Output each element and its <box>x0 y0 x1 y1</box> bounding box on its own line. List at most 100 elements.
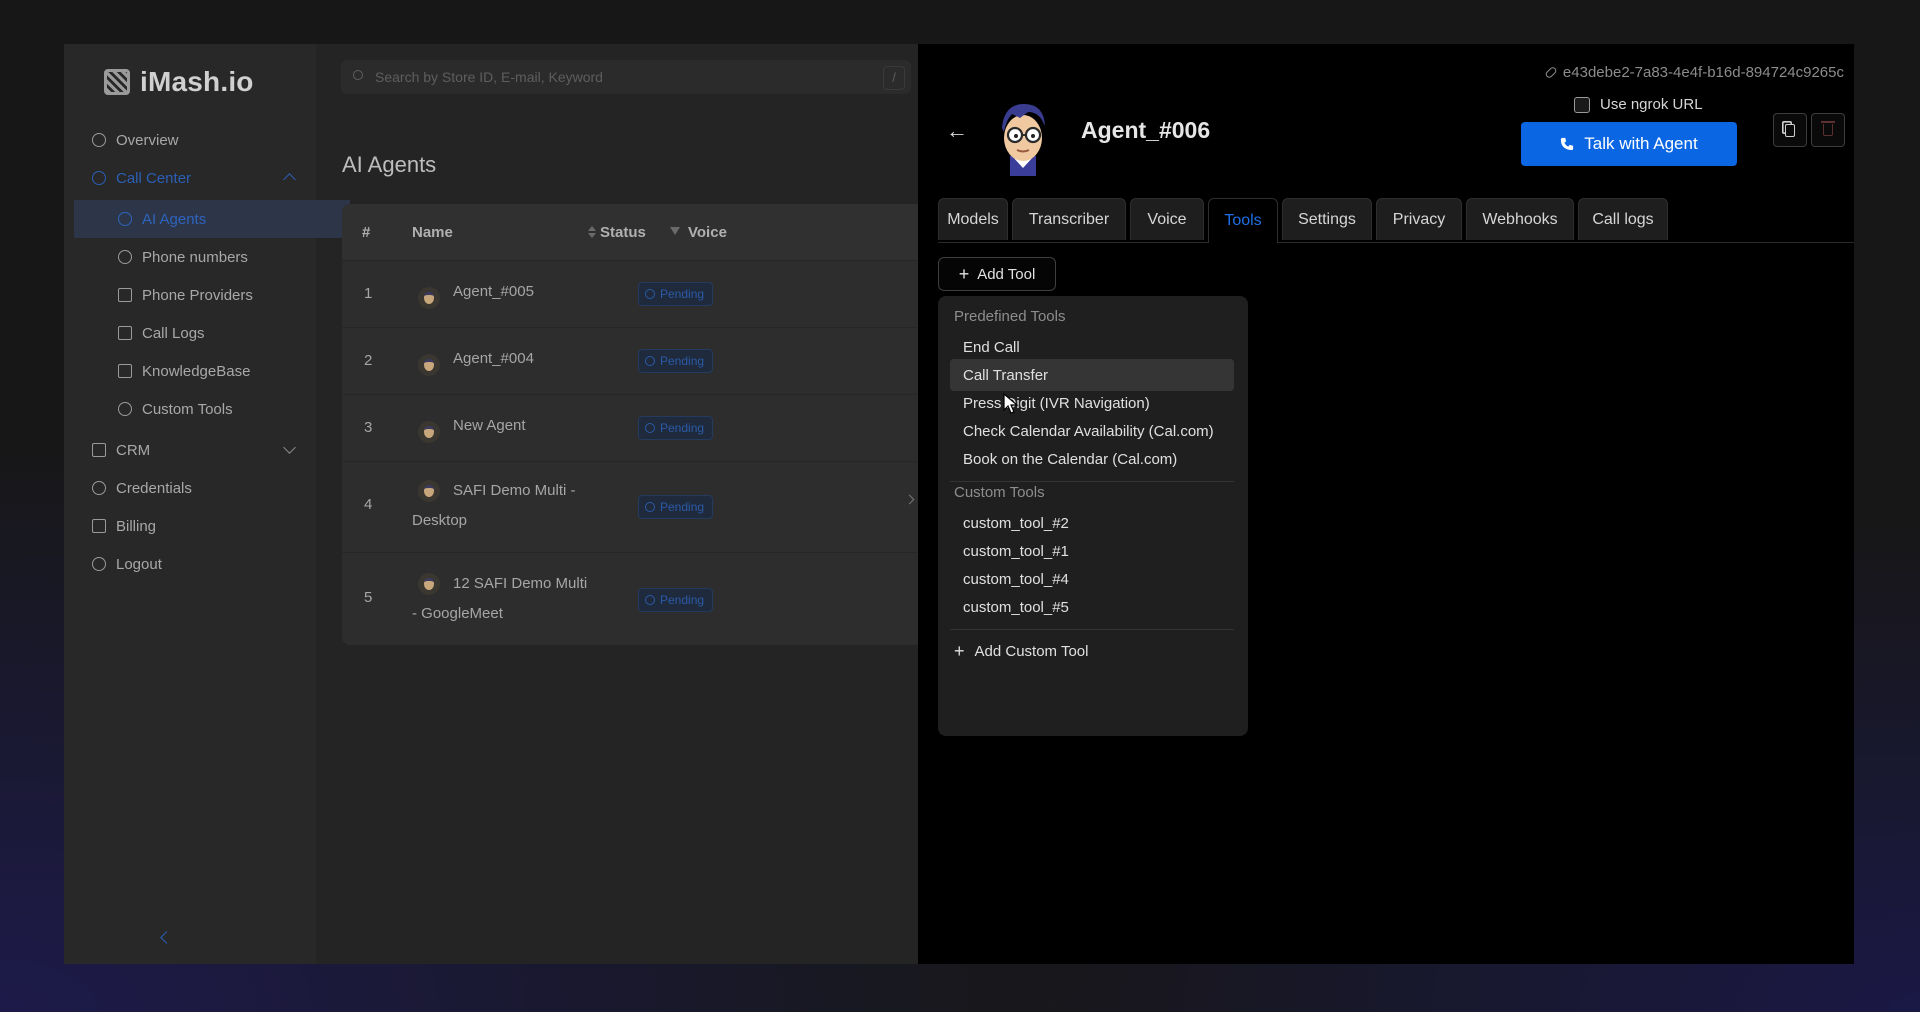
copy-button[interactable] <box>1773 113 1807 147</box>
add-tool-label: Add Tool <box>977 265 1036 283</box>
agent-drawer: e43debe2-7a83-4e4f-b16d-894724c9265c Use… <box>918 44 1854 964</box>
clock-icon <box>645 423 655 433</box>
plus-icon: + <box>958 264 970 284</box>
logo-icon <box>104 69 130 95</box>
menu-divider <box>950 481 1234 482</box>
mouse-cursor-icon <box>1003 393 1019 414</box>
clock-icon <box>645 356 655 366</box>
sidebar-item-ai-agents[interactable]: AI Agents <box>74 200 350 238</box>
credit-card-icon <box>92 519 106 533</box>
sidebar-item-label: Call Logs <box>142 324 205 342</box>
menu-group-heading: Custom Tools <box>954 484 1045 501</box>
tab-transcriber[interactable]: Transcriber <box>1012 198 1126 240</box>
clock-icon <box>645 289 655 299</box>
agents-table: # Name Status Voice 1 Agent_#005 Pending… <box>342 204 922 645</box>
sidebar-item-call-logs[interactable]: Call Logs <box>64 314 316 352</box>
sort-icon[interactable] <box>588 226 596 231</box>
table-row[interactable]: 1 Agent_#005 Pending <box>342 260 922 327</box>
logo[interactable]: iMash.io <box>104 66 254 98</box>
crm-icon <box>92 443 106 457</box>
agent-name[interactable]: Agent_#004 <box>412 344 592 374</box>
list-icon <box>118 326 132 340</box>
shortcut-hint: / <box>883 66 905 90</box>
sidebar-item-overview[interactable]: Overview <box>64 121 316 159</box>
ngrok-label: Use ngrok URL <box>1600 96 1703 113</box>
column-header-status[interactable]: Status <box>600 224 646 241</box>
phone-icon <box>92 171 106 185</box>
agent-name[interactable]: Agent_#005 <box>412 277 592 307</box>
brand-name: iMash.io <box>140 66 254 97</box>
add-custom-tool-label: Add Custom Tool <box>974 642 1089 660</box>
row-number: 3 <box>364 419 373 436</box>
agent-name[interactable]: 12 SAFI Demo Multi - GoogleMeet <box>412 569 592 629</box>
checkbox[interactable] <box>1574 96 1590 113</box>
sidebar-item-billing[interactable]: Billing <box>64 507 316 545</box>
sidebar-item-phone-numbers[interactable]: Phone numbers <box>64 238 316 276</box>
tab-voice[interactable]: Voice <box>1130 198 1204 240</box>
agent-id-text: e43debe2-7a83-4e4f-b16d-894724c9265c <box>1562 64 1844 81</box>
talk-with-agent-button[interactable]: Talk with Agent <box>1521 122 1737 166</box>
menu-item-custom-tool[interactable]: custom_tool_#5 <box>950 591 1234 623</box>
search-placeholder: Search by Store ID, E-mail, Keyword <box>375 69 603 85</box>
sidebar-item-knowledgebase[interactable]: KnowledgeBase <box>64 352 316 390</box>
tab-settings[interactable]: Settings <box>1282 198 1372 240</box>
table-row[interactable]: 2 Agent_#004 Pending <box>342 327 922 394</box>
tab-models[interactable]: Models <box>938 198 1008 240</box>
status-badge: Pending <box>638 282 714 306</box>
agent-name[interactable]: New Agent <box>412 411 592 441</box>
back-arrow-icon[interactable]: ← <box>946 118 968 144</box>
row-number: 2 <box>364 352 373 369</box>
sort-icon[interactable] <box>588 233 596 238</box>
sidebar-item-phone-providers[interactable]: Phone Providers <box>64 276 316 314</box>
column-header-name[interactable]: Name <box>412 224 453 241</box>
sidebar-item-crm[interactable]: CRM <box>64 431 316 469</box>
menu-item-book-calendar[interactable]: Book on the Calendar (Cal.com) <box>950 443 1234 475</box>
clock-icon <box>645 595 655 605</box>
sidebar: iMash.io Overview Call Center AI Agents … <box>64 44 350 964</box>
sidebar-item-label: Logout <box>116 555 162 573</box>
status-text: Pending <box>660 500 705 514</box>
sidebar-item-call-center[interactable]: Call Center <box>64 159 316 197</box>
sidebar-item-credentials[interactable]: Credentials <box>64 469 316 507</box>
agent-name[interactable]: SAFI Demo Multi - Desktop <box>412 476 592 536</box>
document-icon <box>118 364 132 378</box>
sidebar-item-label: Credentials <box>116 479 192 497</box>
sidebar-item-label: Phone numbers <box>142 248 248 266</box>
column-header-number: # <box>362 223 371 241</box>
sidebar-item-label: Overview <box>116 131 179 149</box>
table-row[interactable]: 3 New Agent Pending <box>342 394 922 461</box>
status-badge: Pending <box>638 416 714 440</box>
tab-tools[interactable]: Tools <box>1208 198 1278 243</box>
provider-icon <box>118 288 132 302</box>
menu-group-heading: Predefined Tools <box>954 308 1066 325</box>
tab-webhooks[interactable]: Webhooks <box>1466 198 1574 240</box>
filter-icon[interactable] <box>670 227 680 235</box>
phone-icon <box>1561 137 1574 151</box>
add-custom-tool-button[interactable]: + Add Custom Tool <box>954 642 1088 660</box>
link-icon <box>1544 65 1558 80</box>
chevron-up-icon <box>283 173 296 186</box>
agent-id[interactable]: e43debe2-7a83-4e4f-b16d-894724c9265c <box>1544 64 1844 81</box>
tab-privacy[interactable]: Privacy <box>1376 198 1462 240</box>
table-row[interactable]: 5 12 SAFI Demo Multi - GoogleMeet Pendin… <box>342 552 922 645</box>
status-text: Pending <box>660 593 705 607</box>
ngrok-checkbox[interactable]: Use ngrok URL <box>1574 96 1703 113</box>
status-text: Pending <box>660 354 705 368</box>
sidebar-item-label: AI Agents <box>142 210 207 228</box>
status-text: Pending <box>660 421 705 435</box>
collapse-sidebar-icon[interactable] <box>160 931 173 944</box>
sidebar-item-logout[interactable]: Logout <box>64 545 316 583</box>
delete-button[interactable] <box>1811 113 1845 147</box>
plus-icon: + <box>954 641 965 661</box>
sidebar-item-custom-tools[interactable]: Custom Tools <box>64 390 316 428</box>
tab-call-logs[interactable]: Call logs <box>1578 198 1668 240</box>
add-tool-button[interactable]: + Add Tool <box>938 257 1056 291</box>
copy-icon <box>1785 123 1795 137</box>
clock-icon <box>645 502 655 512</box>
table-row[interactable]: 4 SAFI Demo Multi - Desktop Pending <box>342 461 922 552</box>
search-input[interactable]: Search by Store ID, E-mail, Keyword / <box>341 60 911 94</box>
status-badge: Pending <box>638 588 714 612</box>
column-header-voice[interactable]: Voice <box>688 224 727 241</box>
tool-icon <box>118 402 132 416</box>
drawer-tabs: Models Transcriber Voice Tools Settings … <box>938 198 1854 243</box>
